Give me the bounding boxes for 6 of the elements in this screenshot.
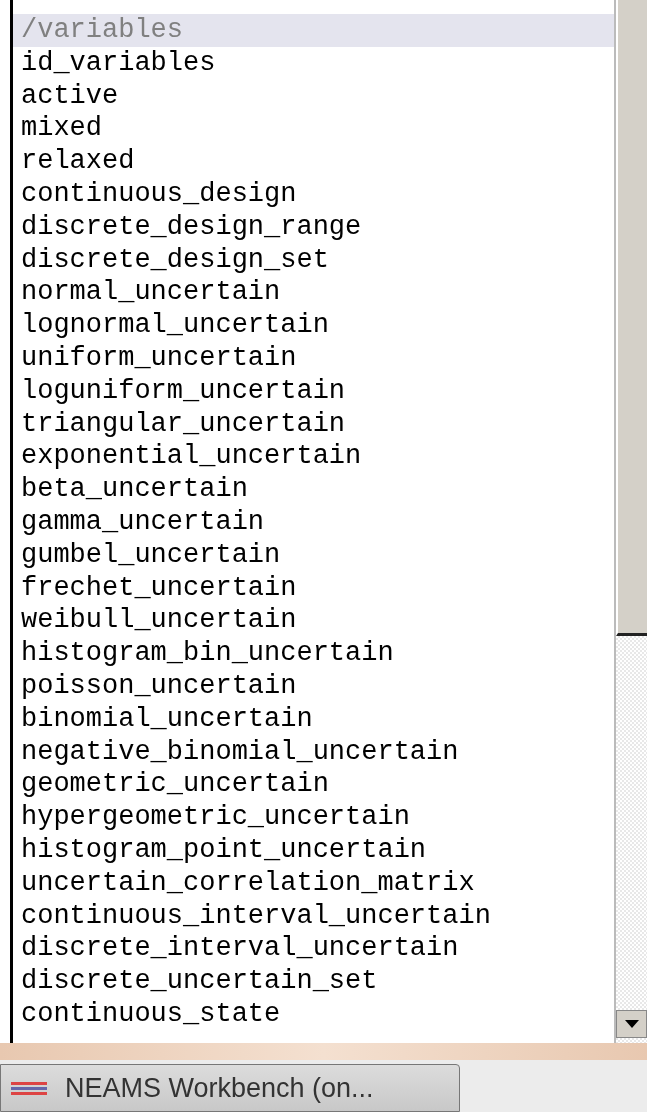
taskbar-button[interactable]: NEAMS Workbench (on... [0, 1064, 460, 1112]
caret-down-icon [624, 1020, 639, 1028]
app-icon [11, 1080, 47, 1096]
scrollbar[interactable] [614, 0, 647, 1043]
scrollbar-thumb[interactable] [616, 0, 647, 636]
scroll-down-button[interactable] [616, 1010, 647, 1038]
